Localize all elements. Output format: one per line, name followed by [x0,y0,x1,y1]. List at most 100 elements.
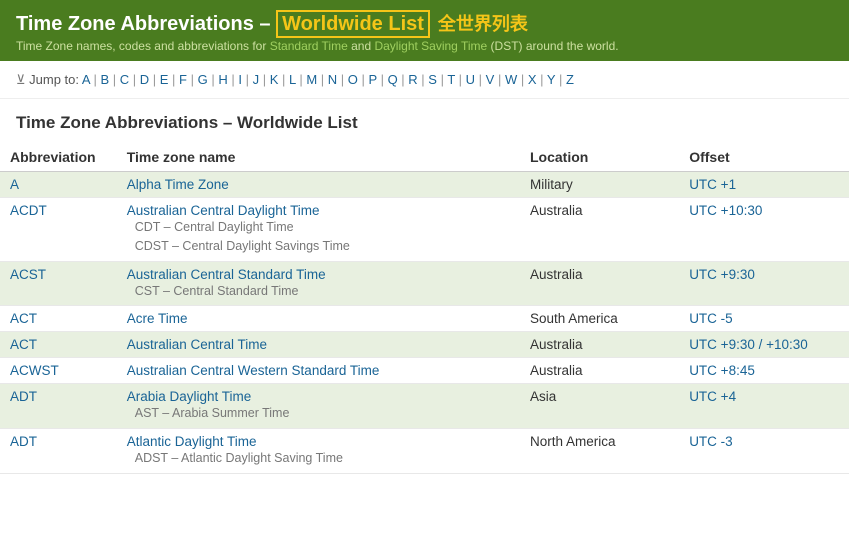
jump-P[interactable]: P [369,72,377,87]
offset-link[interactable]: UTC +8:45 [689,363,755,378]
jump-G[interactable]: G [198,72,208,87]
col-header-location: Location [520,143,679,172]
cell-offset: UTC -5 [679,306,849,332]
cell-offset: UTC +8:45 [679,358,849,384]
cell-name: Arabia Daylight TimeAST – Arabia Summer … [117,384,520,429]
jump-L[interactable]: L [289,72,296,87]
col-header-offset: Offset [679,143,849,172]
cell-location: Military [520,172,679,198]
name-link[interactable]: Australian Central Time [127,337,267,352]
subtitle-end: around the world. [526,39,619,53]
name-link[interactable]: Alpha Time Zone [127,177,229,192]
worldwide-list-highlight: Worldwide List [276,10,430,38]
abbr-link[interactable]: ADT [10,389,37,404]
cell-offset: UTC -3 [679,429,849,474]
cell-location: Australia [520,261,679,306]
abbr-link[interactable]: ACST [10,267,46,282]
cell-offset: UTC +4 [679,384,849,429]
name-link[interactable]: Australian Central Western Standard Time [127,363,380,378]
table-row: ADT Arabia Daylight TimeAST – Arabia Summ… [0,384,849,429]
jump-Q[interactable]: Q [388,72,398,87]
jump-C[interactable]: C [120,72,129,87]
jump-T[interactable]: T [447,72,455,87]
jump-M[interactable]: M [306,72,317,87]
cell-offset: UTC +10:30 [679,198,849,262]
jump-S[interactable]: S [428,72,437,87]
cell-location: Australia [520,358,679,384]
cell-name: Australian Central Daylight TimeCDT – Ce… [117,198,520,262]
cell-offset: UTC +9:30 / +10:30 [679,332,849,358]
cell-name: Australian Central Time [117,332,520,358]
cell-abbreviation: ACT [0,332,117,358]
title-chinese: 全世界列表 [438,14,528,34]
alias-text: CST – Central Standard Time [127,282,510,301]
abbr-link[interactable]: ACT [10,311,37,326]
table-header-row: Abbreviation Time zone name Location Off… [0,143,849,172]
cell-location: South America [520,306,679,332]
abbr-link[interactable]: ACDT [10,203,47,218]
jump-A[interactable]: A [82,72,90,87]
subtitle-and: and [351,39,371,53]
cell-location: North America [520,429,679,474]
name-link[interactable]: Atlantic Daylight Time [127,434,257,449]
abbr-link[interactable]: ADT [10,434,37,449]
jump-O[interactable]: O [348,72,358,87]
alias-text: CDT – Central Daylight Time [127,218,510,237]
offset-link[interactable]: UTC -5 [689,311,733,326]
alias-text: AST – Arabia Summer Time [127,404,510,423]
jump-Z[interactable]: Z [566,72,574,87]
abbr-link[interactable]: ACWST [10,363,59,378]
page-title: Time Zone Abbreviations – Worldwide List [0,99,849,139]
jump-R[interactable]: R [408,72,417,87]
title-prefix: Time Zone Abbreviations – [16,13,276,35]
cell-location: Australia [520,198,679,262]
name-link[interactable]: Arabia Daylight Time [127,389,252,404]
jump-X[interactable]: X [528,72,537,87]
cell-location: Asia [520,384,679,429]
cell-offset: UTC +1 [679,172,849,198]
jump-D[interactable]: D [140,72,149,87]
abbr-link[interactable]: A [10,177,19,192]
offset-link[interactable]: UTC +4 [689,389,736,404]
alias-text: CDST – Central Daylight Savings Time [127,237,510,256]
jump-links: A | B | C | D | E | F | G | H | I | J | … [82,71,574,87]
subtitle-text: Time Zone names, codes and abbreviations… [16,39,266,53]
col-header-abbreviation: Abbreviation [0,143,117,172]
jump-H[interactable]: H [218,72,227,87]
table-row: ACST Australian Central Standard TimeCST … [0,261,849,306]
jump-B[interactable]: B [100,72,109,87]
jump-F[interactable]: F [179,72,187,87]
offset-link[interactable]: UTC -3 [689,434,733,449]
name-link[interactable]: Australian Central Standard Time [127,267,326,282]
jump-navigation: ⊻ Jump to: A | B | C | D | E | F | G | H… [0,61,849,99]
standard-time-text: Standard Time [270,39,348,53]
offset-link[interactable]: UTC +9:30 / +10:30 [689,337,808,352]
table-row: ACWST Australian Central Western Standard… [0,358,849,384]
cell-abbreviation: ADT [0,429,117,474]
alias-text: ADST – Atlantic Daylight Saving Time [127,449,510,468]
cell-abbreviation: A [0,172,117,198]
jump-U[interactable]: U [466,72,475,87]
cell-name: Acre Time [117,306,520,332]
cell-offset: UTC +9:30 [679,261,849,306]
page-header: Time Zone Abbreviations – Worldwide List… [0,0,849,61]
cell-abbreviation: ACT [0,306,117,332]
dst-text: (DST) [491,39,523,53]
jump-W[interactable]: W [505,72,517,87]
offset-link[interactable]: UTC +10:30 [689,203,762,218]
name-link[interactable]: Australian Central Daylight Time [127,203,320,218]
jump-arrow: ⊻ [16,72,29,87]
jump-N[interactable]: N [328,72,337,87]
cell-name: Australian Central Western Standard Time [117,358,520,384]
table-row: ACT Acre Time South America UTC -5 [0,306,849,332]
jump-to-text: Jump to: [29,72,79,87]
name-link[interactable]: Acre Time [127,311,188,326]
table-row: ACTAustralian Central TimeAustraliaUTC +… [0,332,849,358]
offset-link[interactable]: UTC +1 [689,177,736,192]
cell-name: Australian Central Standard TimeCST – Ce… [117,261,520,306]
table-row: ADT Atlantic Daylight TimeADST – Atlantic… [0,429,849,474]
abbr-link[interactable]: ACT [10,337,37,352]
table-row: ACDT Australian Central Daylight TimeCDT … [0,198,849,262]
offset-link[interactable]: UTC +9:30 [689,267,755,282]
cell-abbreviation: ACWST [0,358,117,384]
